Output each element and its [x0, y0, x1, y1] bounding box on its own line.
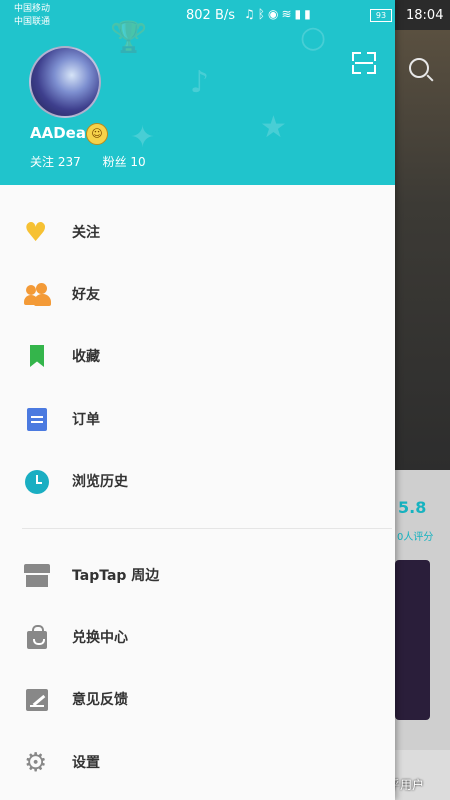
rating-count: 0人评分 [397, 532, 434, 543]
user-badge-icon: ☺ [86, 123, 108, 145]
status-bar: 中国移动 中国联通 802 B/s ♫ᛒ◉≋▮▮ 93 18:04 [0, 0, 450, 30]
order-icon [24, 408, 50, 432]
divider [22, 528, 392, 529]
eye-icon: ◉ [267, 7, 282, 21]
star-icon: ★ [260, 110, 287, 145]
background-game-art [395, 30, 450, 470]
music-note-icon: ♪ [190, 65, 210, 100]
wifi-icon: ≋ [281, 7, 295, 21]
menu-item-label: 兑换中心 [72, 630, 128, 646]
menu-item-favorites[interactable]: 收藏 [0, 329, 395, 385]
heart-icon: ♥ [24, 218, 48, 248]
menu-item-friends[interactable]: 好友 [0, 267, 395, 323]
carrier-1: 中国移动 [14, 4, 51, 14]
menu-item-label: 收藏 [72, 349, 100, 365]
friends-icon [24, 283, 51, 307]
signal-2-icon: ▮ [304, 7, 314, 21]
menu-item-label: 订单 [72, 412, 100, 428]
menu-item-label: 好友 [72, 287, 100, 303]
signal-icon: ▮ [294, 7, 305, 21]
background-card-image [395, 560, 430, 720]
bag-icon [24, 625, 50, 650]
bookmark-icon [24, 345, 50, 369]
network-speed: 802 B/s [186, 8, 236, 23]
store-icon [24, 564, 50, 588]
menu-item-orders[interactable]: 订单 [0, 392, 395, 448]
clock: 18:04 [406, 8, 444, 23]
scan-qr-button[interactable] [352, 52, 376, 74]
menu-item-merch[interactable]: TapTap 周边 [0, 548, 395, 604]
menu-item-label: 浏览历史 [72, 474, 128, 490]
clock-icon [24, 470, 50, 494]
gamepad-icon: ✦ [130, 120, 156, 155]
menu-item-label: 设置 [72, 755, 100, 771]
menu-item-label: 关注 [72, 225, 100, 241]
status-icons: ♫ᛒ◉≋▮▮ [244, 7, 314, 21]
fans-count[interactable]: 粉丝 10 [103, 155, 146, 169]
profile-stats: 关注 237 粉丝 10 [30, 153, 164, 170]
menu-item-redeem[interactable]: 兑换中心 [0, 610, 395, 666]
battery-icon: 93 [370, 9, 392, 22]
rating-score: 5.8 [398, 498, 427, 517]
carrier-2: 中国联通 [14, 17, 51, 27]
menu-item-settings[interactable]: ⚙ 设置 [0, 735, 395, 791]
gear-icon: ⚙ [24, 748, 48, 778]
menu-item-feedback[interactable]: 意见反馈 [0, 672, 395, 728]
avatar[interactable] [29, 46, 101, 118]
search-icon[interactable] [409, 58, 429, 78]
navigation-drawer: 🏆 ♪ ★ ○ ✦ AADead ☺ 关注 237 粉丝 10 ♥ 关注 好友 … [0, 0, 395, 800]
feedback-icon [24, 688, 50, 712]
headphone-icon: ♫ [244, 7, 258, 21]
menu-item-history[interactable]: 浏览历史 [0, 454, 395, 510]
following-count[interactable]: 关注 237 [30, 155, 81, 169]
menu-item-following[interactable]: ♥ 关注 [0, 205, 395, 261]
bluetooth-icon: ᛒ [257, 7, 268, 21]
menu-item-label: TapTap 周边 [72, 568, 160, 584]
menu-item-label: 意见反馈 [72, 692, 128, 708]
